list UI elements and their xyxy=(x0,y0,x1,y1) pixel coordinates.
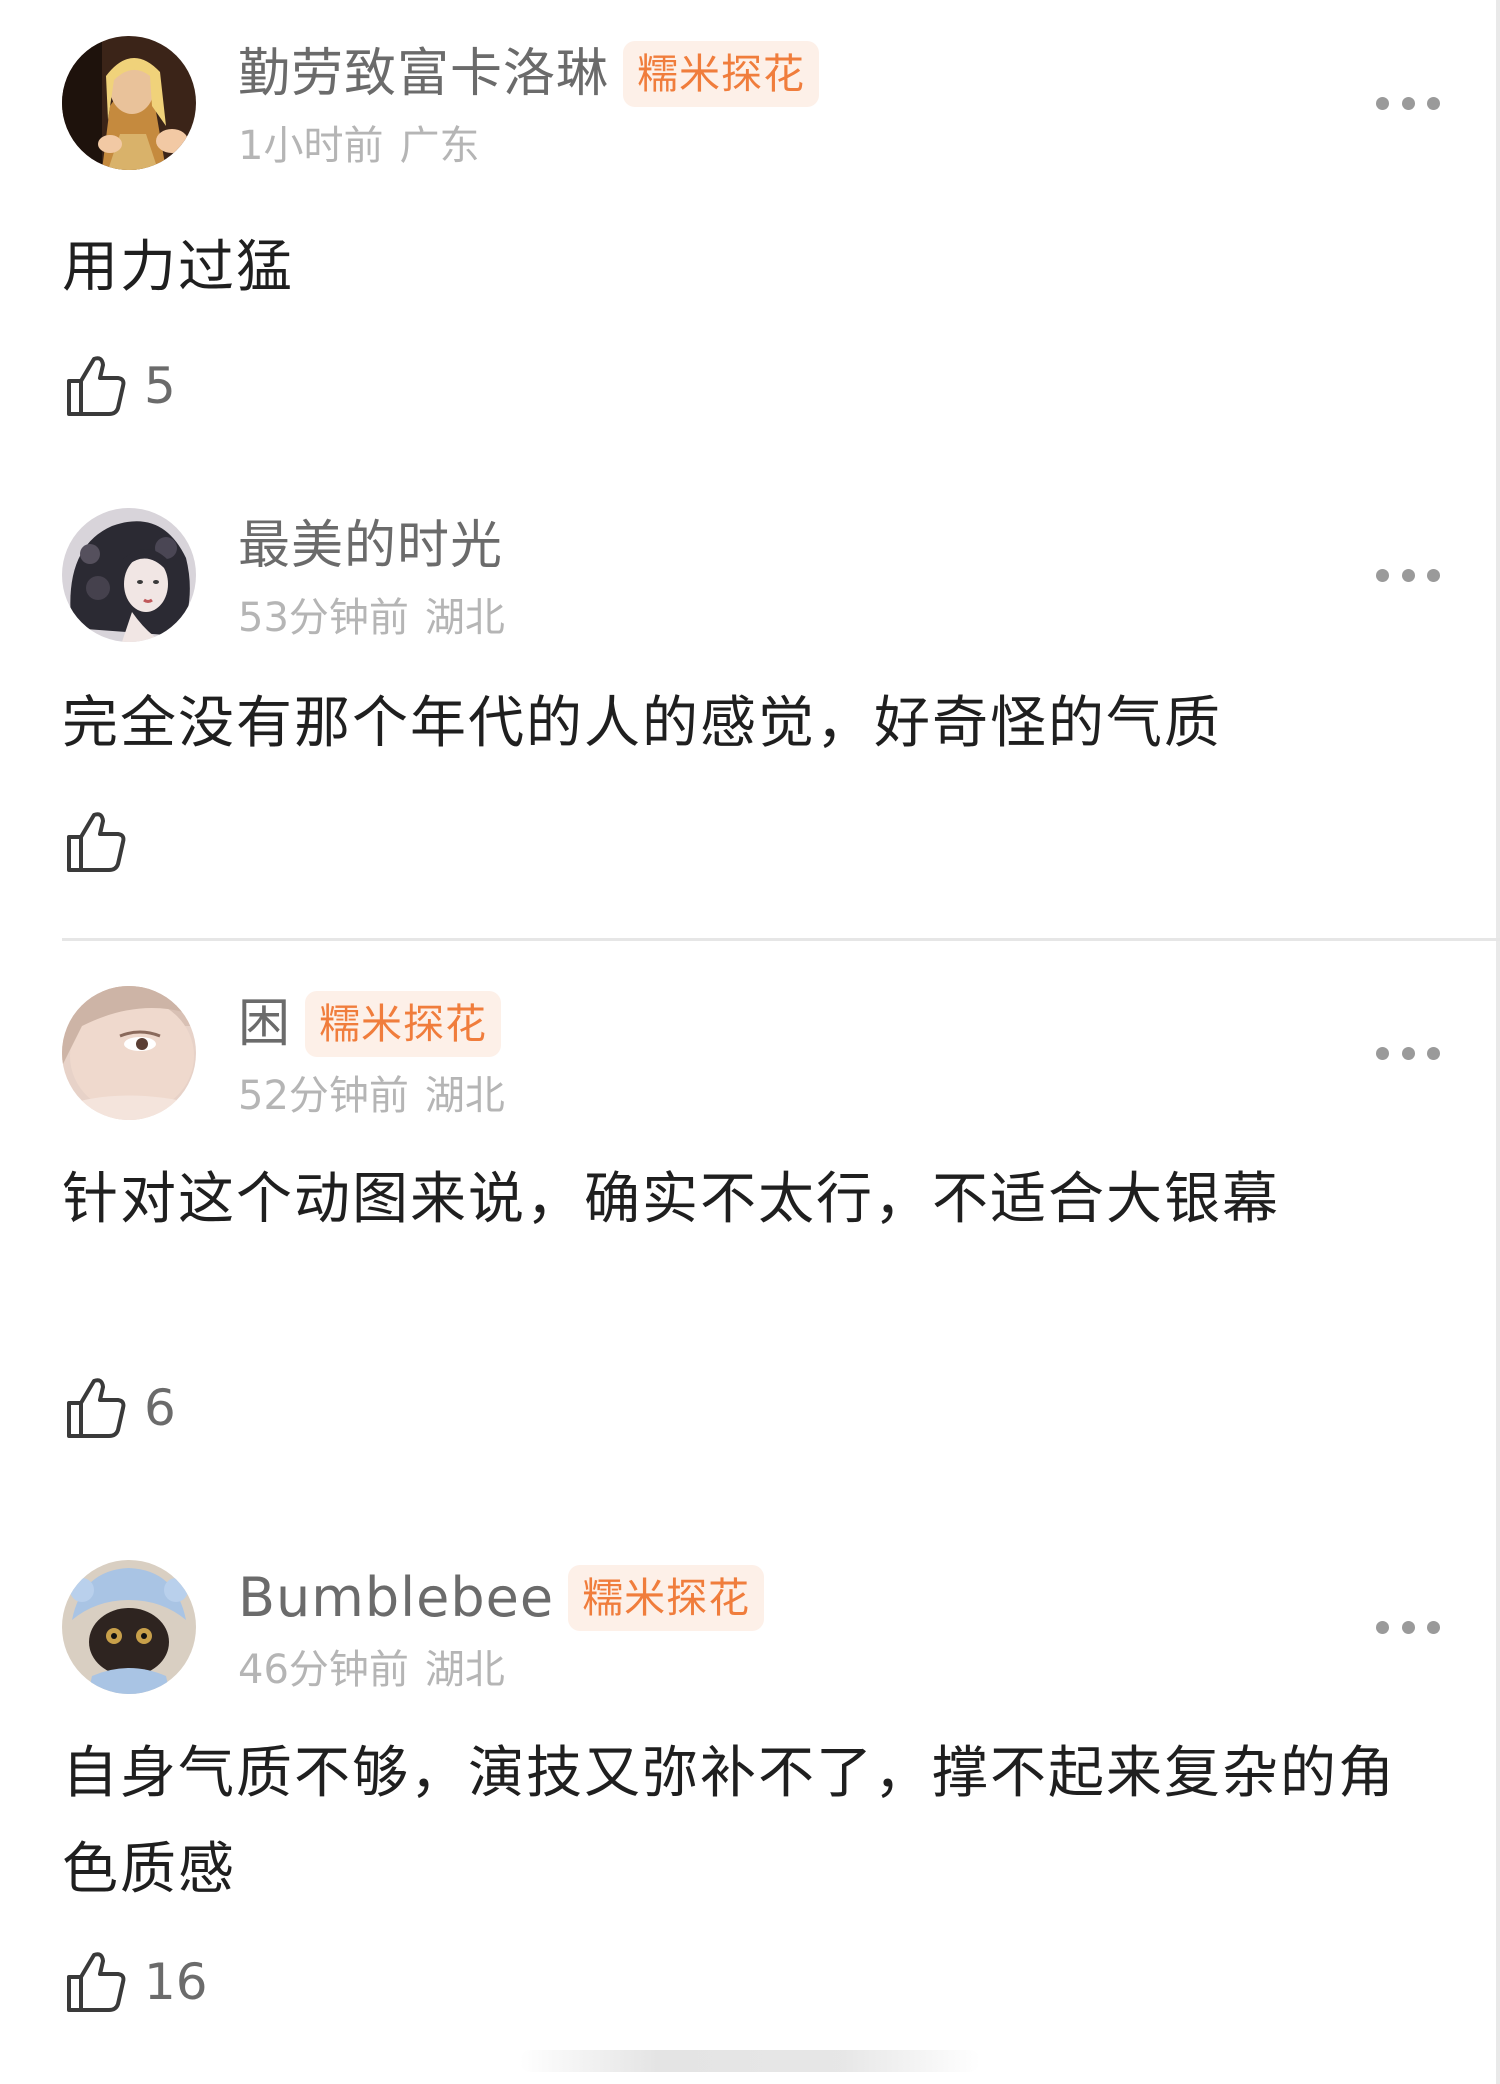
timestamp: 52分钟前 xyxy=(238,1073,409,1119)
more-dots-icon xyxy=(1376,568,1389,582)
timestamp: 46分钟前 xyxy=(238,1647,409,1693)
comment-text: 用力过猛 xyxy=(62,235,294,300)
username[interactable]: 困 xyxy=(238,990,291,1058)
more-options-button[interactable] xyxy=(1376,1612,1440,1642)
avatar[interactable] xyxy=(62,1560,196,1694)
like-button[interactable]: 6 xyxy=(64,1372,176,1444)
watermark-blur xyxy=(520,2050,980,2072)
username[interactable]: 勤劳致富卡洛琳 xyxy=(238,40,609,108)
timestamp: 1小时前 xyxy=(238,123,384,169)
section-divider xyxy=(62,938,1500,941)
more-dots-icon xyxy=(1376,1620,1389,1634)
location: 湖北 xyxy=(424,1073,505,1119)
comment-meta: 53分钟前 湖北 xyxy=(238,592,505,644)
like-count: 5 xyxy=(144,357,176,415)
user-badge: 糯米探花 xyxy=(305,991,502,1057)
comment-text: 针对这个动图来说，确实不太行，不适合大银幕 xyxy=(62,1167,1280,1232)
avatar-photo-cat-in-blue-hat xyxy=(62,1560,196,1694)
more-dot xyxy=(1427,1620,1440,1634)
more-dots-icon xyxy=(1376,96,1389,110)
avatar[interactable] xyxy=(62,986,196,1120)
comment-text: 完全没有那个年代的人的感觉，好奇怪的气质 xyxy=(62,691,1222,756)
like-button[interactable]: 16 xyxy=(64,1946,208,2018)
name-row: 困 糯米探花 xyxy=(238,990,502,1058)
more-dot xyxy=(1401,96,1415,110)
like-button[interactable]: 5 xyxy=(64,350,176,422)
more-dot xyxy=(1427,568,1440,582)
avatar[interactable] xyxy=(62,36,196,170)
more-dot xyxy=(1401,1620,1415,1634)
username[interactable]: 最美的时光 xyxy=(238,512,503,580)
location: 广东 xyxy=(399,123,480,169)
avatar[interactable] xyxy=(62,508,196,642)
location: 湖北 xyxy=(424,1647,505,1693)
avatar-photo-woman-closeup xyxy=(62,986,196,1120)
more-dot xyxy=(1427,96,1440,110)
thumbs-up-icon xyxy=(67,356,126,416)
comment-meta: 46分钟前 湖北 xyxy=(238,1644,505,1696)
comment-meta: 1小时前 广东 xyxy=(238,120,479,172)
more-options-button[interactable] xyxy=(1376,1038,1440,1068)
like-count: 6 xyxy=(144,1379,176,1437)
location: 湖北 xyxy=(424,595,505,641)
username[interactable]: Bumblebee xyxy=(238,1564,554,1632)
timestamp: 53分钟前 xyxy=(238,595,409,641)
thumbs-up-icon xyxy=(67,1378,126,1438)
more-options-button[interactable] xyxy=(1376,560,1440,590)
like-button[interactable] xyxy=(64,806,144,878)
user-badge: 糯米探花 xyxy=(623,41,820,107)
more-dot xyxy=(1401,568,1415,582)
thumbs-up-icon xyxy=(67,812,126,872)
comment-text: 自身气质不够，演技又弥补不了，撑不起来复杂的角色质感 xyxy=(62,1741,1396,1902)
name-row: Bumblebee 糯米探花 xyxy=(238,1564,765,1632)
more-options-button[interactable] xyxy=(1376,88,1440,118)
user-badge: 糯米探花 xyxy=(568,1565,765,1631)
comment-meta: 52分钟前 湖北 xyxy=(238,1070,505,1122)
more-dot xyxy=(1427,1046,1440,1060)
thumbs-up-icon xyxy=(67,1952,126,2012)
more-dots-icon xyxy=(1376,1046,1389,1060)
name-row: 勤劳致富卡洛琳 糯米探花 xyxy=(238,40,820,108)
right-edge-border xyxy=(1496,0,1500,2084)
like-count: 16 xyxy=(144,1953,208,2011)
avatar-illustration-dark-haired-woman xyxy=(62,508,196,642)
name-row: 最美的时光 xyxy=(238,512,503,580)
more-dot xyxy=(1401,1046,1415,1060)
avatar-photo-blonde-woman xyxy=(62,36,196,170)
